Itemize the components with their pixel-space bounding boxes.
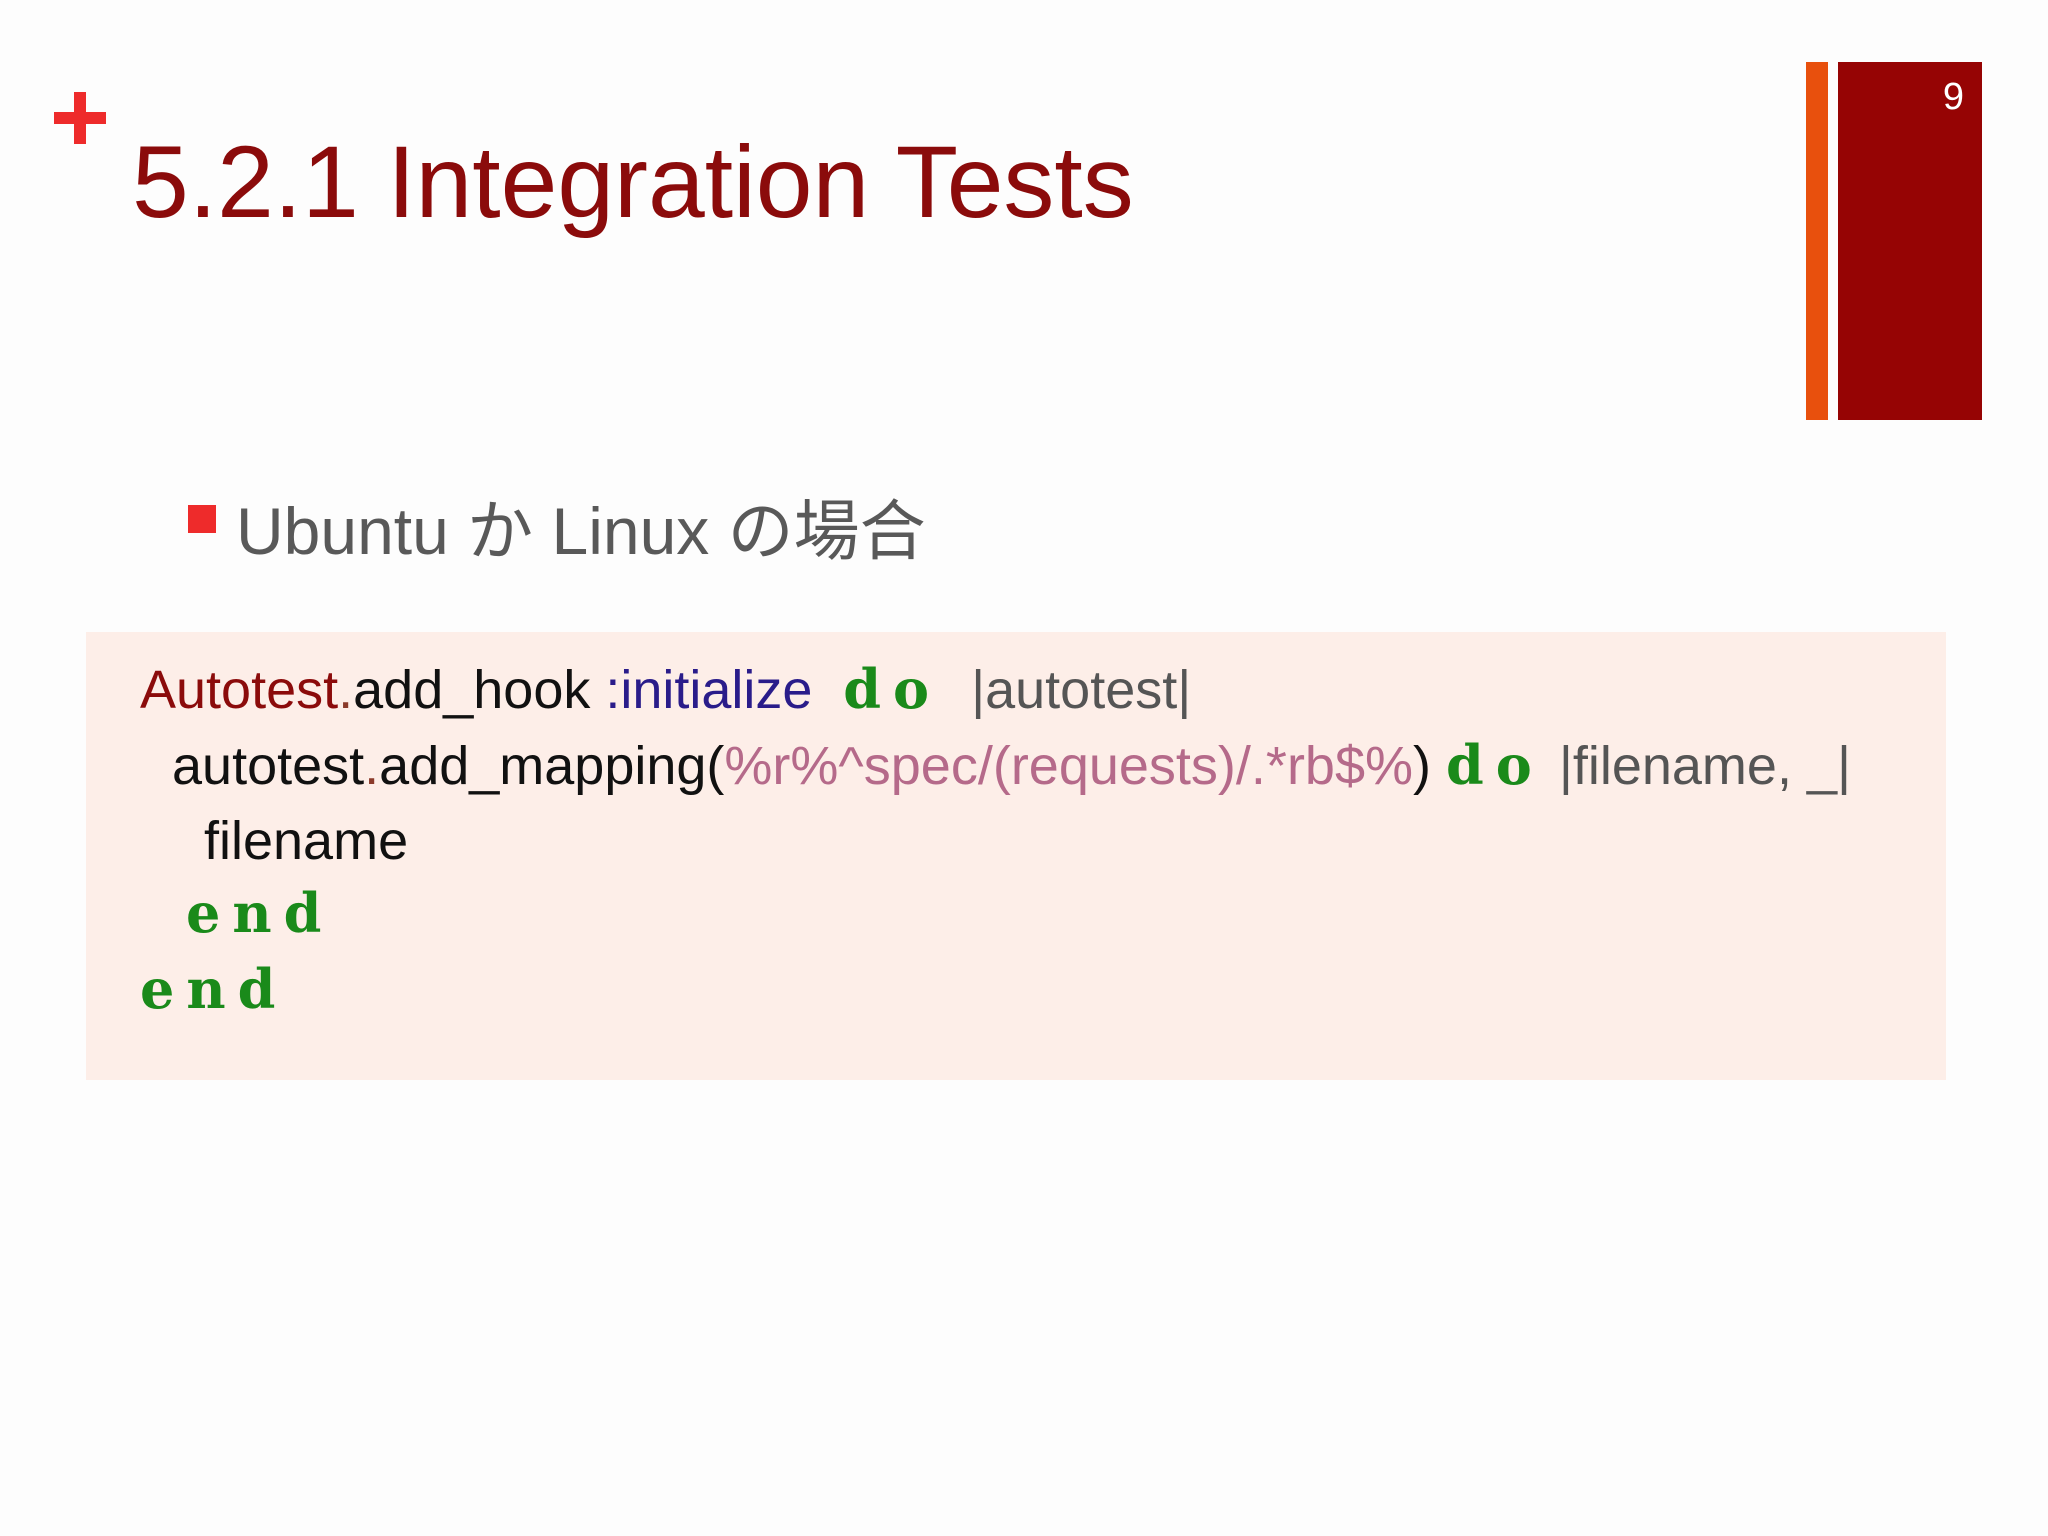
code-class-name: Autotest <box>140 660 339 720</box>
code-spacer <box>1544 736 1559 796</box>
code-close-paren: ) <box>1413 736 1447 796</box>
code-block-args: |autotest| <box>971 660 1192 720</box>
code-method: add_hook <box>353 660 606 720</box>
code-regex: %r%^spec/(requests)/.*rb$% <box>724 736 1414 796</box>
bullet-item: Ubuntu か Linux の場合 <box>188 478 926 574</box>
slide: 5.2.1 Integration Tests 9 Ubuntu か Linux… <box>0 0 2048 1536</box>
code-method: add_mapping( <box>379 736 725 796</box>
page-number-block: 9 <box>1838 62 1982 420</box>
code-dot: . <box>338 660 354 720</box>
code-block-args: |filename, _| <box>1558 736 1852 796</box>
code-keyword-do: do <box>1446 733 1544 797</box>
code-line-5: end <box>140 962 287 1017</box>
code-keyword-end: end <box>140 957 288 1021</box>
accent-bar <box>1806 62 1828 420</box>
code-block: Autotest.add_hook :initialize do |autote… <box>86 632 1946 1080</box>
slide-title: 5.2.1 Integration Tests <box>132 125 1134 239</box>
page-number: 9 <box>1942 76 1964 118</box>
code-symbol: :initialize <box>605 660 813 720</box>
code-keyword-end: end <box>186 881 334 945</box>
code-line-4: end <box>186 886 333 941</box>
code-identifier: filename <box>204 811 409 871</box>
bullet-text: Ubuntu か Linux の場合 <box>236 494 926 568</box>
plus-icon <box>54 92 106 144</box>
code-spacer <box>941 660 971 720</box>
code-keyword-do: do <box>812 657 942 721</box>
code-line-2: autotest.add_mapping(%r%^spec/(requests)… <box>172 738 1851 793</box>
code-line-3: filename <box>204 814 408 868</box>
code-line-1: Autotest.add_hook :initialize do |autote… <box>140 662 1191 717</box>
code-receiver: autotest <box>172 736 365 796</box>
code-dot: . <box>364 736 380 796</box>
bullet-square-icon <box>188 505 216 533</box>
